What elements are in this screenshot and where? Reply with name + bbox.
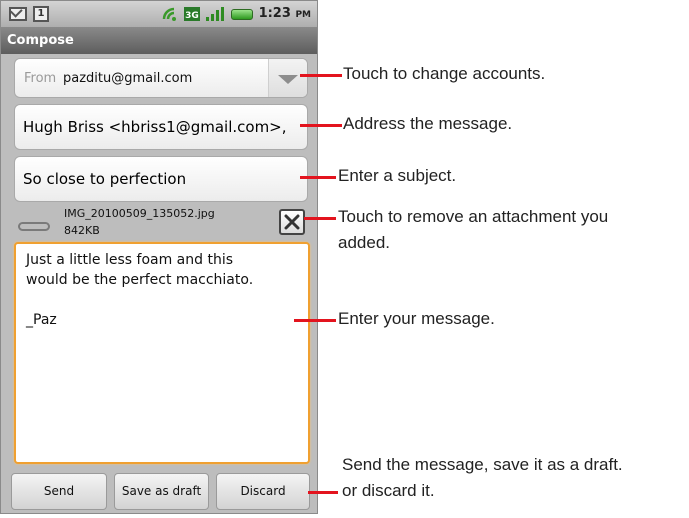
leader-line — [308, 491, 338, 494]
svg-text:3G: 3G — [185, 11, 199, 21]
callout-send-cont: or discard it. — [342, 481, 435, 500]
message-body-field[interactable]: Just a little less foam and this would b… — [14, 242, 310, 464]
to-field[interactable]: Hugh Briss <hbriss1@gmail.com>, — [14, 104, 308, 150]
button-bar: Send Save as draft Discard — [1, 468, 317, 513]
leader-line — [304, 217, 336, 220]
phone-screen: 1 3G 1:23 PM Compose From pazditu@gmail.… — [0, 0, 318, 514]
callout-remove-attachment-cont: added. — [338, 233, 390, 252]
gmail-icon — [9, 7, 27, 21]
3g-icon: 3G — [184, 7, 200, 21]
attachment-name: IMG_20100509_135052.jpg — [64, 207, 215, 220]
to-value: Hugh Briss <hbriss1@gmail.com>, — [23, 118, 287, 136]
page-title: Compose — [1, 27, 317, 54]
chevron-down-icon[interactable] — [268, 59, 307, 97]
clock: 1:23 PM — [258, 6, 311, 21]
battery-icon — [231, 9, 253, 20]
attachment-row: IMG_20100509_135052.jpg 842KB — [14, 205, 308, 241]
callout-message: Enter your message. — [338, 309, 495, 328]
callout-address: Address the message. — [343, 114, 513, 133]
message-body-text: Just a little less foam and this would b… — [26, 252, 254, 328]
leader-line — [300, 74, 342, 77]
callout-change-account: Touch to change accounts. — [343, 64, 546, 83]
sync-icon — [162, 7, 176, 21]
subject-value: So close to perfection — [23, 170, 187, 188]
send-button[interactable]: Send — [11, 473, 107, 510]
signal-icon — [206, 7, 224, 21]
status-bar: 1 3G 1:23 PM — [1, 1, 317, 27]
from-account-selector[interactable]: From pazditu@gmail.com — [14, 58, 308, 98]
leader-line — [300, 176, 336, 179]
calendar-icon: 1 — [33, 6, 49, 22]
save-draft-button[interactable]: Save as draft — [114, 473, 209, 510]
leader-line — [294, 319, 336, 322]
subject-field[interactable]: So close to perfection — [14, 156, 308, 202]
attachment-size: 842KB — [64, 224, 100, 237]
from-label: From — [24, 71, 57, 86]
callout-send: Send the message, save it as a draft. — [342, 455, 623, 474]
discard-button[interactable]: Discard — [216, 473, 310, 510]
remove-attachment-button[interactable] — [279, 209, 305, 235]
paperclip-icon — [18, 222, 50, 231]
close-icon — [284, 214, 300, 230]
leader-line — [300, 124, 342, 127]
callout-remove-attachment: Touch to remove an attachment you — [338, 207, 609, 226]
callout-subject: Enter a subject. — [338, 166, 457, 185]
from-account-value: pazditu@gmail.com — [63, 71, 193, 86]
